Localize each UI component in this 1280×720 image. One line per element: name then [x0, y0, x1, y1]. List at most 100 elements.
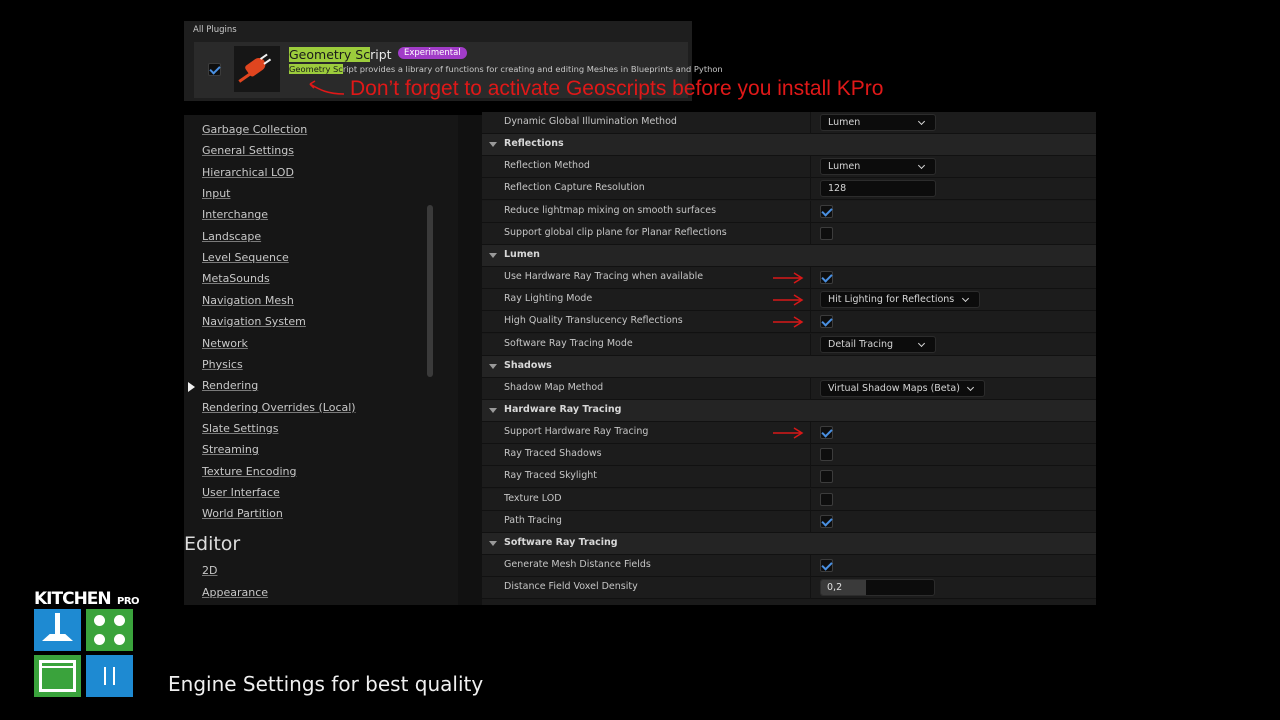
setting-label: Support Hardware Ray Tracing — [504, 426, 649, 438]
collapse-triangle-icon[interactable] — [489, 252, 497, 258]
setting-label: Shadow Map Method — [504, 381, 604, 393]
support-hardware-ray-tracing-checkbox[interactable] — [820, 426, 833, 440]
setting-label: Software Ray Tracing Mode — [504, 337, 633, 349]
plugin-list-header: All Plugins — [193, 25, 237, 35]
sidebar-item-garbage-collection[interactable]: Garbage Collection — [202, 123, 307, 136]
slide-caption: Engine Settings for best quality — [168, 672, 484, 696]
column-divider[interactable] — [810, 577, 811, 600]
plugin-title: Geometry Script — [289, 47, 392, 62]
generate-mesh-distance-fields-checkbox[interactable] — [820, 559, 833, 572]
setting-label: Reduce lightmap mixing on smooth surface… — [504, 204, 717, 216]
dropdown-value: Lumen — [828, 161, 861, 173]
burner-tile-icon — [86, 609, 133, 651]
sidebar-item-slate-settings[interactable]: Slate Settings — [202, 422, 278, 435]
distance-field-voxel-density-slider[interactable]: 0,2 — [820, 579, 935, 597]
section-reflections[interactable]: Reflections — [482, 134, 1096, 157]
reflection-capture-resolution-input[interactable]: 128 — [820, 180, 936, 198]
software-ray-tracing-mode-dropdown[interactable]: Detail Tracing — [820, 335, 936, 353]
setting-row-use-hardware-ray-tracing-when-available: Use Hardware Ray Tracing when available — [482, 267, 1096, 290]
ray-traced-skylight-checkbox[interactable] — [820, 470, 833, 484]
slider-value: 0,2 — [827, 582, 843, 594]
red-arrow-icon — [773, 272, 804, 284]
activation-note: Don’t forget to activate Geoscripts befo… — [350, 77, 884, 100]
column-divider[interactable] — [810, 422, 811, 445]
setting-label: Shadows — [504, 359, 552, 371]
column-divider[interactable] — [810, 222, 811, 245]
section-lumen[interactable]: Lumen — [482, 244, 1096, 267]
column-divider[interactable] — [810, 488, 811, 511]
sidebar-item-hierarchical-lod[interactable]: Hierarchical LOD — [202, 166, 294, 179]
sidebar-item-user-interface[interactable]: User Interface — [202, 486, 280, 499]
experimental-badge: Experimental — [398, 47, 467, 59]
column-divider[interactable] — [810, 555, 811, 577]
sidebar-item-navigation-system[interactable]: Navigation System — [202, 315, 306, 328]
reduce-lightmap-mixing-on-smooth-surfaces-checkbox[interactable] — [820, 204, 833, 218]
path-tracing-checkbox[interactable] — [820, 514, 833, 528]
setting-row-reflection-capture-resolution: Reflection Capture Resolution 128 — [482, 178, 1096, 201]
red-arrow-icon — [773, 316, 804, 328]
setting-row-path-tracing: Path Tracing — [482, 510, 1096, 533]
setting-label: Use Hardware Ray Tracing when available — [504, 271, 704, 283]
logo-sup: PRO — [117, 596, 140, 607]
chevron-down-icon — [917, 339, 926, 347]
column-divider[interactable] — [810, 444, 811, 467]
sidebar-item-general-settings[interactable]: General Settings — [202, 144, 294, 157]
column-divider[interactable] — [810, 267, 811, 290]
sidebar-item-navigation-mesh[interactable]: Navigation Mesh — [202, 294, 294, 307]
sidebar-item-physics[interactable]: Physics — [202, 358, 243, 371]
sidebar-editor-item-2d[interactable]: 2D — [202, 564, 217, 577]
sidebar-item-network[interactable]: Network — [202, 337, 248, 350]
logo-word: KITCHEN — [34, 589, 112, 609]
setting-row-shadow-map-method: Shadow Map Method Virtual Shadow Maps (Be… — [482, 377, 1096, 400]
ray-lighting-mode-dropdown[interactable]: Hit Lighting for Reflections — [820, 291, 980, 309]
sidebar-item-rendering[interactable]: Rendering — [202, 379, 258, 392]
column-divider[interactable] — [810, 333, 811, 356]
support-global-clip-plane-for-planar-reflections-checkbox[interactable] — [820, 226, 833, 240]
sidebar-item-metasounds[interactable]: MetaSounds — [202, 272, 270, 285]
setting-row-dynamic-global-illumination-method: Dynamic Global Illumination Method Lumen — [482, 112, 1096, 134]
annotation-arrow-icon — [309, 80, 345, 95]
ray-traced-shadows-checkbox[interactable] — [820, 448, 833, 462]
sidebar-item-texture-encoding[interactable]: Texture Encoding — [202, 465, 296, 478]
sidebar-item-landscape[interactable]: Landscape — [202, 230, 261, 243]
sidebar-item-world-partition[interactable]: World Partition — [202, 507, 283, 520]
column-divider[interactable] — [810, 466, 811, 489]
setting-label: Support global clip plane for Planar Ref… — [504, 226, 727, 238]
shadow-map-method-dropdown[interactable]: Virtual Shadow Maps (Beta) — [820, 379, 985, 397]
section-hardware-ray-tracing[interactable]: Hardware Ray Tracing — [482, 399, 1096, 422]
red-arrow-icon — [773, 294, 804, 306]
section-software-ray-tracing[interactable]: Software Ray Tracing — [482, 532, 1096, 555]
collapse-triangle-icon[interactable] — [489, 363, 497, 369]
setting-label: High Quality Translucency Reflections — [504, 315, 683, 327]
column-divider[interactable] — [810, 377, 811, 400]
column-divider[interactable] — [810, 112, 811, 134]
column-divider[interactable] — [810, 156, 811, 179]
texture-lod-checkbox[interactable] — [820, 492, 833, 506]
use-hardware-ray-tracing-when-available-checkbox[interactable] — [820, 271, 833, 285]
sidebar-item-level-sequence[interactable]: Level Sequence — [202, 251, 289, 264]
column-divider[interactable] — [810, 178, 811, 201]
high-quality-translucency-reflections-checkbox[interactable] — [820, 315, 833, 329]
chevron-down-icon — [966, 383, 975, 391]
column-divider[interactable] — [810, 289, 811, 312]
collapse-triangle-icon[interactable] — [489, 407, 497, 413]
section-shadows[interactable]: Shadows — [482, 355, 1096, 378]
sidebar-scrollbar[interactable] — [427, 205, 433, 377]
reflection-method-dropdown[interactable]: Lumen — [820, 158, 936, 176]
setting-label: Ray Lighting Mode — [504, 293, 593, 305]
column-divider[interactable] — [810, 200, 811, 223]
column-divider[interactable] — [810, 311, 811, 334]
oven-tile-icon — [34, 655, 81, 697]
setting-label: Path Tracing — [504, 514, 562, 526]
plugin-enabled-checkbox[interactable] — [208, 63, 221, 76]
sidebar-group-editor: Editor — [184, 533, 241, 555]
collapse-triangle-icon[interactable] — [489, 142, 497, 148]
column-divider[interactable] — [810, 510, 811, 533]
sidebar-item-rendering-overrides-local[interactable]: Rendering Overrides (Local) — [202, 401, 356, 414]
sidebar-item-interchange[interactable]: Interchange — [202, 208, 268, 221]
collapse-triangle-icon[interactable] — [489, 540, 497, 546]
sidebar-editor-item-appearance[interactable]: Appearance — [202, 586, 268, 599]
dynamic-global-illumination-method-dropdown[interactable]: Lumen — [820, 114, 936, 131]
sidebar-item-input[interactable]: Input — [202, 187, 230, 200]
sidebar-item-streaming[interactable]: Streaming — [202, 443, 259, 456]
